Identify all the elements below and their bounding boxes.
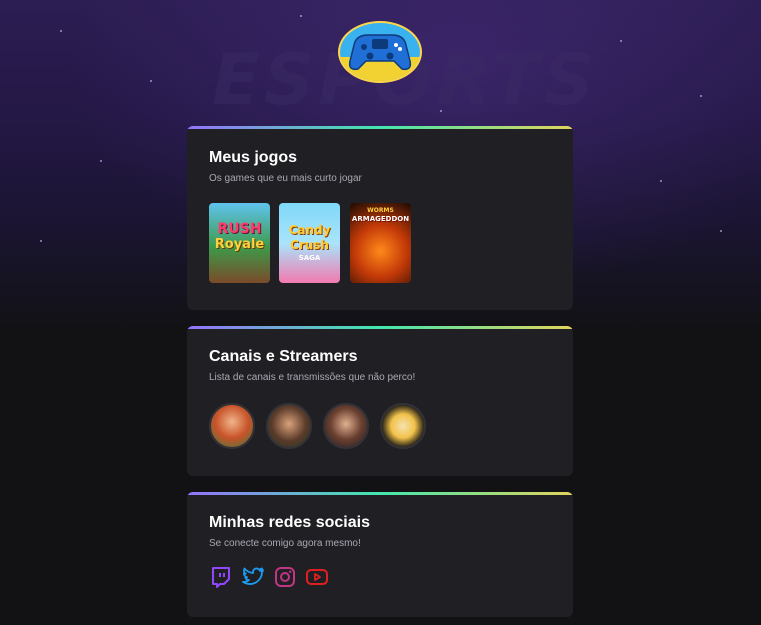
game-title-line: RUSH bbox=[217, 221, 262, 237]
games-card: Meus jogos Os games que eu mais curto jo… bbox=[187, 126, 573, 310]
streamer-avatar-4[interactable] bbox=[380, 403, 426, 449]
card-gradient-border bbox=[187, 126, 573, 129]
game-title-line: SAGA bbox=[298, 254, 321, 262]
instagram-icon[interactable] bbox=[273, 565, 297, 589]
candy-crush-cover[interactable]: Candy Crush SAGA bbox=[279, 203, 340, 283]
star bbox=[300, 15, 302, 17]
games-title: Meus jogos bbox=[209, 149, 298, 166]
star bbox=[720, 230, 722, 232]
game-title-line: Royale bbox=[214, 237, 265, 252]
star bbox=[660, 180, 662, 182]
game-title-line: Candy bbox=[288, 223, 331, 237]
star bbox=[150, 80, 152, 82]
star bbox=[40, 240, 42, 242]
star bbox=[100, 160, 102, 162]
twitch-icon[interactable] bbox=[209, 565, 233, 589]
game-title-line: Crush bbox=[290, 238, 329, 252]
channels-card: Canais e Streamers Lista de canais e tra… bbox=[187, 326, 573, 476]
game-title-line: ARMAGEDDON bbox=[351, 215, 410, 223]
streamer-avatar-3[interactable] bbox=[323, 403, 369, 449]
profile-avatar bbox=[338, 21, 422, 83]
card-gradient-border bbox=[187, 326, 573, 329]
star bbox=[60, 30, 62, 32]
social-title: Minhas redes sociais bbox=[209, 514, 370, 531]
channels-title: Canais e Streamers bbox=[209, 348, 358, 365]
streamer-avatar-2[interactable] bbox=[266, 403, 312, 449]
game-title-line: WORMS bbox=[367, 207, 394, 214]
rush-royale-cover[interactable]: RUSH Royale bbox=[209, 203, 270, 283]
games-subtitle: Os games que eu mais curto jogar bbox=[209, 173, 362, 184]
twitter-icon[interactable] bbox=[241, 565, 265, 589]
worms-armageddon-cover[interactable]: WORMS ARMAGEDDON bbox=[350, 203, 411, 283]
youtube-icon[interactable] bbox=[305, 565, 329, 589]
social-card: Minhas redes sociais Se conecte comigo a… bbox=[187, 492, 573, 617]
channels-subtitle: Lista de canais e transmissões que não p… bbox=[209, 372, 416, 383]
star bbox=[700, 95, 702, 97]
gamepad-icon bbox=[340, 34, 420, 81]
social-subtitle: Se conecte comigo agora mesmo! bbox=[209, 538, 361, 549]
streamer-avatar-1[interactable] bbox=[209, 403, 255, 449]
card-gradient-border bbox=[187, 492, 573, 495]
star bbox=[620, 40, 622, 42]
